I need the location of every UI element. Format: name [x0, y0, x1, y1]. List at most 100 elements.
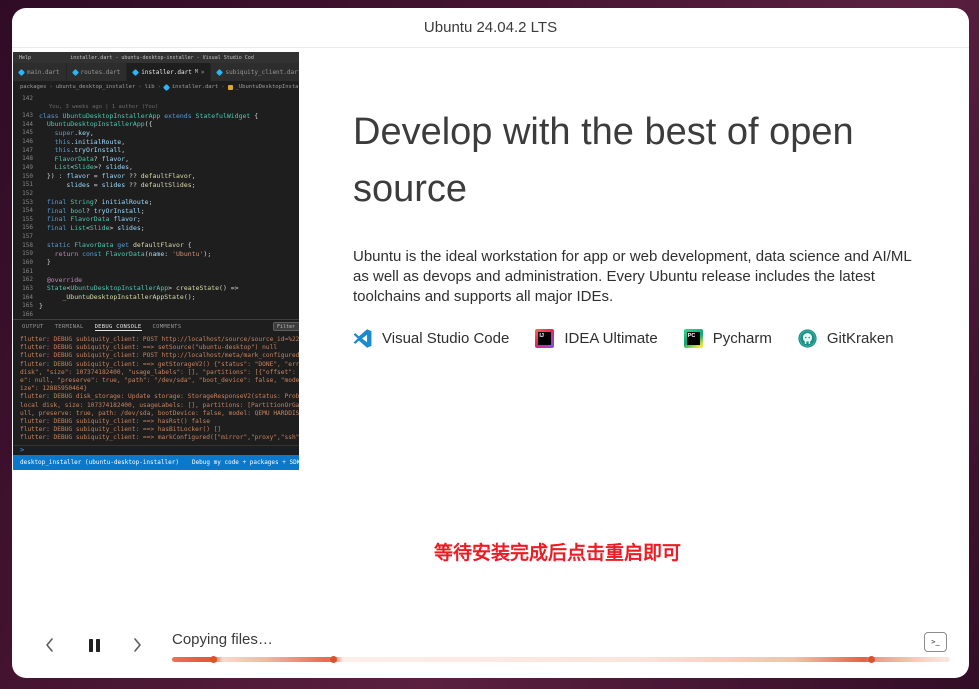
code-token: String — [70, 198, 93, 206]
code-token: ; — [141, 207, 145, 215]
code-token: (); — [184, 293, 196, 301]
close-icon: × — [201, 69, 205, 76]
code-token: , — [121, 138, 125, 146]
code-token: { — [184, 241, 192, 249]
breadcrumb-separator: › — [50, 84, 53, 90]
code-token: } — [39, 258, 51, 266]
code-token — [39, 129, 55, 137]
code-token: final — [47, 198, 70, 206]
code-token: return — [55, 250, 82, 258]
code-token: slides — [102, 181, 125, 189]
line-number: 146 — [13, 138, 39, 145]
code-token: key — [78, 129, 90, 137]
line-number: 149 — [13, 164, 39, 171]
code-token: flavor — [66, 172, 89, 180]
vscode-debug-console: flutter: DEBUG subiquity_client: POST ht… — [13, 334, 299, 445]
breadcrumb-item: packages — [20, 84, 47, 90]
log-line: flutter: DEBUG subiquity_client: ==> set… — [20, 344, 299, 352]
tab-label: main.dart — [27, 69, 60, 76]
code-token: this — [55, 138, 71, 146]
code-token: StatefulWidget — [196, 112, 255, 120]
code-token: { — [254, 112, 258, 120]
line-number: 166 — [13, 311, 39, 318]
code-token — [39, 120, 47, 128]
log-line: flutter: DEBUG disk_storage: Update stor… — [20, 393, 299, 401]
chevron-left-icon — [43, 637, 57, 653]
ide-app-item: GitKraken — [798, 329, 894, 348]
code-token: defaultSlides — [141, 181, 192, 189]
code-token: tryOrInstall — [94, 207, 141, 215]
code-line: 156 final List<Slide> slides; — [13, 224, 299, 233]
code-line: You, 3 weeks ago | 1 author (You) — [13, 103, 299, 112]
code-token: ? — [94, 155, 102, 163]
breadcrumb-separator: › — [158, 84, 161, 90]
panel-tab: COMMENTS — [153, 324, 182, 330]
code-token: final — [47, 207, 70, 215]
line-number: 155 — [13, 216, 39, 223]
code-line: 165} — [13, 301, 299, 310]
code-token: defaultFlavor — [133, 241, 184, 249]
next-slide-button[interactable] — [127, 635, 147, 655]
code-token: initialRoute — [102, 198, 149, 206]
code-token — [39, 146, 55, 154]
code-token: FlavorData — [106, 250, 145, 258]
code-token — [39, 207, 47, 215]
log-line: flutter: DEBUG subiquity_client: ==> has… — [20, 418, 299, 426]
pause-slides-button[interactable] — [84, 635, 104, 655]
panel-tab: DEBUG CONSOLE — [95, 324, 142, 331]
vscode-code-editor: 142You, 3 weeks ago | 1 author (You)143c… — [13, 93, 299, 319]
log-line: disk", "size": 107374182400, "usage_labe… — [20, 369, 299, 377]
modified-badge: M — [195, 69, 198, 75]
code-token: }) : — [39, 172, 66, 180]
pycharm-icon: PC — [684, 329, 703, 348]
code-token: slides — [106, 163, 129, 171]
code-token: ; — [137, 215, 141, 223]
breadcrumb-separator: › — [221, 84, 224, 90]
dart-file-icon — [132, 68, 139, 75]
window-title: Ubuntu 24.04.2 LTS — [424, 19, 557, 36]
code-token: const — [82, 250, 105, 258]
terminal-icon: >_ — [931, 638, 939, 646]
chevron-right-icon — [130, 637, 144, 653]
code-token — [39, 181, 66, 189]
code-token — [39, 155, 55, 163]
window-titlebar: Ubuntu 24.04.2 LTS — [12, 8, 969, 48]
terminal-toggle-button[interactable]: >_ — [924, 632, 947, 652]
code-token: get — [117, 241, 133, 249]
line-number: 164 — [13, 294, 39, 301]
vscode-console-prompt: > — [13, 445, 299, 455]
code-token: FlavorData — [74, 241, 117, 249]
code-token: final — [47, 215, 70, 223]
code-line: 146 this.initialRoute, — [13, 137, 299, 146]
code-line: 164 _UbuntuDesktopInstallerAppState(); — [13, 293, 299, 302]
code-token: >? — [94, 163, 106, 171]
line-number: 160 — [13, 259, 39, 266]
code-line: 150 }) : flavor = flavor ?? defaultFlavo… — [13, 172, 299, 181]
log-line: e": null, "preserve": true, "path": "/de… — [20, 377, 299, 385]
code-token: UbuntuDesktopInstallerApp — [62, 112, 164, 120]
ide-app-item: Visual Studio Code — [353, 329, 509, 348]
dart-file-icon — [18, 68, 25, 75]
vscode-tab-bar: main.dartroutes.dartinstaller.dartM×subi… — [13, 63, 299, 81]
code-line: 163 State<UbuntuDesktopInstallerApp> cre… — [13, 284, 299, 293]
code-token: initialRoute — [74, 138, 121, 146]
code-line: 149 List<Slide>? slides, — [13, 163, 299, 172]
code-line: 145 super.key, — [13, 129, 299, 138]
blame-annotation: You, 3 weeks ago | 1 author (You) — [39, 104, 158, 110]
vscode-status-debug-config: Debug my code + packages + SDK — [192, 459, 299, 466]
restart-notice: 等待安装完成后点击重启即可 — [434, 538, 681, 565]
code-token — [39, 138, 55, 146]
vscode-screenshot: Help installer.dart - ubuntu-desktop-ins… — [13, 52, 299, 470]
code-line: 154 final bool? tryOrInstall; — [13, 206, 299, 215]
symbol-icon — [228, 85, 233, 90]
panel-tab: OUTPUT — [22, 324, 44, 330]
line-number: 159 — [13, 250, 39, 257]
vscode-breadcrumb: packages›ubuntu_desktop_installer›lib›in… — [13, 81, 299, 93]
code-line: 157 — [13, 232, 299, 241]
code-token: = — [90, 181, 102, 189]
code-token: > — [109, 224, 117, 232]
code-token — [39, 250, 55, 258]
dart-file-icon — [71, 68, 78, 75]
slide-heading: Develop with the best of open source — [353, 104, 953, 218]
prev-slide-button[interactable] — [40, 635, 60, 655]
